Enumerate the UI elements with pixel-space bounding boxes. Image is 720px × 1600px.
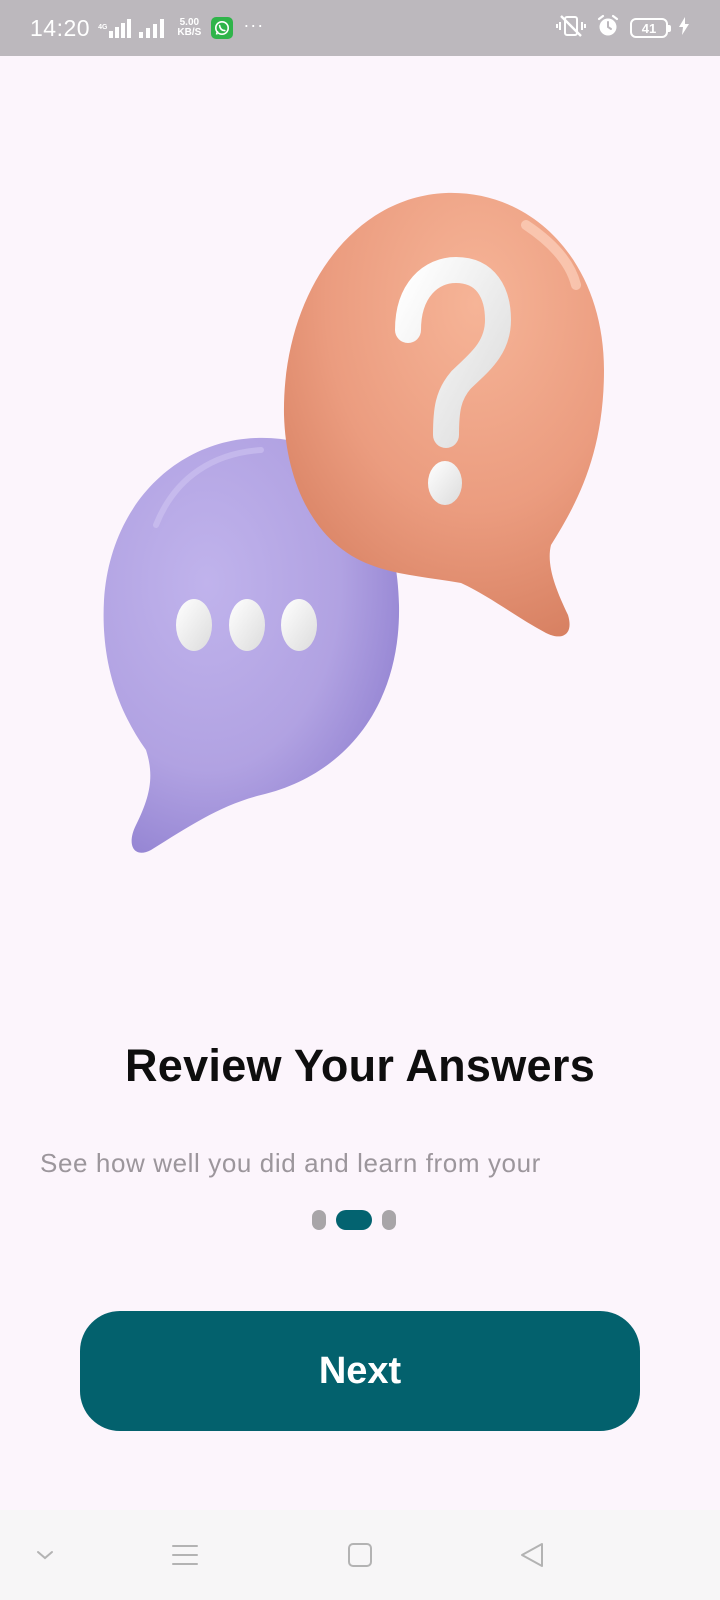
system-nav-bar (0, 1510, 720, 1600)
status-time: 14:20 (30, 14, 91, 41)
page-dot-2-active (336, 1210, 372, 1230)
alarm-icon (596, 14, 620, 43)
net-speed-unit: KB/S (177, 27, 202, 38)
menu-icon[interactable] (171, 1543, 199, 1567)
onboarding-subtitle: See how well you did and learn from your (40, 1148, 541, 1178)
onboarding-title: Review Your Answers (124, 1040, 596, 1091)
vibrate-off-icon (556, 14, 586, 43)
page-dot-1 (312, 1210, 326, 1230)
charging-icon (678, 16, 690, 40)
battery-icon: 41 (630, 18, 671, 38)
signal-icon: 4G (98, 18, 132, 38)
whatsapp-icon (211, 17, 234, 39)
page-indicator (312, 1210, 396, 1230)
status-right: 41 (556, 14, 690, 43)
more-notifications-icon: ··· (243, 14, 265, 35)
chat-bubbles-illustration (96, 185, 626, 865)
net-speed: 5.00 KB/S (177, 18, 201, 38)
ellipsis-icon (176, 599, 317, 651)
home-square-icon[interactable] (347, 1542, 373, 1568)
back-triangle-icon[interactable] (518, 1541, 546, 1569)
signal-icon-2 (139, 18, 167, 38)
next-button[interactable]: Next (80, 1311, 640, 1431)
chevron-down-icon[interactable] (35, 1549, 55, 1561)
status-bar: 14:20 4G 5.00 KB/S ··· 41 (0, 0, 720, 56)
page-dot-3 (382, 1210, 396, 1230)
signal-type: 4G (98, 24, 108, 31)
